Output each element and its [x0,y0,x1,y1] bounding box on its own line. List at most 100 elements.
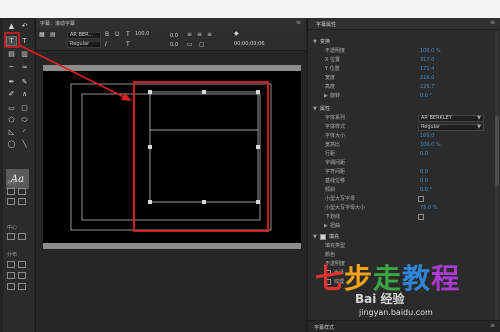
delete-anchor-tool-icon[interactable]: ✎ [19,77,30,87]
scrollbar-thumb[interactable] [495,116,499,186]
align-right-text-icon[interactable]: ≡ [207,31,212,38]
font-style-dropdown[interactable]: Regular ▼ [418,123,484,131]
distribute-center-h-icon[interactable] [7,272,15,279]
prop-aspect: 宽高比 100.0 % [325,142,441,148]
prop-kerning: 字偶间距 [325,160,346,166]
aux-value-a[interactable]: 0.0 [170,33,178,39]
aux-value-b[interactable]: 0.0 [170,42,178,48]
prop-tracking: 字符间距 0.0 [325,169,428,175]
align-section-label: 对齐 [7,180,18,186]
video-frame-bottom-border [43,243,301,249]
line-tool-icon[interactable]: ╲ [19,139,30,149]
align-top-icon[interactable] [18,188,26,195]
rotation-tool-icon[interactable]: ↶ [19,21,30,31]
prop-opacity: 不透明度 100.0 % [325,48,441,54]
vertical-type-tool-icon[interactable]: T [19,36,30,46]
resize-handle [256,90,260,94]
expand-triangle-icon: ▼ [313,106,317,112]
expand-triangle-icon: ▶ [324,93,328,99]
section-transform[interactable]: ▼ 变换 [308,38,498,46]
clipped-corner-rectangle-tool-icon[interactable]: ⬠ [6,115,17,125]
show-safe-areas-icon[interactable]: ▢ [199,41,205,48]
distribute-top-icon[interactable] [18,261,26,268]
title-canvas[interactable] [43,65,301,249]
prop-width: 宽度 216.0 [325,75,435,81]
tab-stops-icon[interactable]: ▭ [187,41,193,48]
expand-triangle-icon: ▶ [324,223,328,229]
title-window-name: 字幕：滚动字幕 [40,21,76,27]
vertical-path-type-tool-icon[interactable]: ≈ [19,62,30,72]
prop-leading: 行距 0.0 [325,151,428,157]
roll-crawl-options-icon[interactable]: ▤ [50,31,56,38]
distribute-bottom-icon[interactable] [18,283,26,290]
background-video-icon[interactable]: ◆ [234,30,239,37]
underline-checkbox[interactable] [418,214,424,220]
prop-font-size: 字体大小 100.0 [325,133,435,139]
align-left-icon[interactable] [7,188,15,195]
top-white-strip [0,0,500,18]
prop-font-style: 字体样式 Regular ▼ [308,123,498,131]
selection-tool-icon[interactable]: ▲ [6,21,17,31]
pen-tool-icon[interactable]: ✒ [6,77,17,87]
prop-distort[interactable]: ▶ 扭曲 [308,222,498,230]
align-center-v-icon[interactable] [18,198,26,205]
small-caps-checkbox[interactable] [418,196,424,202]
distribute-left-icon[interactable] [7,261,15,268]
font-family-dropdown[interactable]: AR BERKLEY ▼ [418,114,484,122]
vertical-area-type-tool-icon[interactable]: ▥ [19,49,30,59]
resize-handle [202,90,206,94]
center-section-label: 中心 [7,225,18,231]
path-type-tool-icon[interactable]: ~ [6,62,17,72]
prop-slant: 倾斜 0.0 ° [325,187,433,193]
prop-underline: 下划线 [308,213,498,221]
font-style-select[interactable]: Regular [67,41,101,48]
prop-x-position: X 位置 317.0 [325,57,435,63]
resize-handle [148,145,152,149]
align-left-text-icon[interactable]: ≡ [187,31,192,38]
prop-fill-type: 填充类型 [325,243,346,249]
font-size-value[interactable]: 100.0 [135,31,149,37]
center-vertical-icon[interactable] [18,233,26,240]
prop-y-position: Y 位置 171.4 [325,66,435,72]
underline-icon[interactable]: U [115,31,119,38]
text-toolbar: ▦ ▤ AR BER... Regular B I U T 100.0 T 0.… [36,29,306,51]
new-title-icon[interactable]: ▦ [39,31,45,38]
fill-checkbox[interactable] [320,234,326,240]
prop-small-caps-size: 小型大写字母大小 75.0 % [325,205,438,211]
center-horizontal-icon[interactable] [7,233,15,240]
font-family-select[interactable]: AR BER... [67,32,101,39]
resize-handle [202,200,206,204]
arc-tool-icon[interactable]: ◜ [19,127,30,137]
rounded-rectangle-tool-icon[interactable]: ▢ [19,103,30,113]
resize-handle [256,200,260,204]
prop-rotation[interactable]: ▶ 旋转 0.0 ° [308,92,498,100]
distribute-section-label: 分布 [7,252,18,258]
italic-icon[interactable]: I [105,41,107,48]
align-center-h-icon[interactable] [7,198,15,205]
type-tool-icon[interactable]: T [6,36,17,46]
watermark: 七步走教程 Bai 经验 jingyan.baidu.com [315,257,500,332]
area-type-tool-icon[interactable]: ▤ [6,49,17,59]
distribute-center-v-icon[interactable] [18,272,26,279]
align-center-text-icon[interactable]: ≡ [197,31,202,38]
section-fill[interactable]: ▼ 填充 [308,233,498,241]
resize-handle [256,145,260,149]
ellipse-tool-icon[interactable]: ⬭ [19,115,30,125]
convert-anchor-tool-icon[interactable]: ∧ [19,89,30,99]
distribute-right-icon[interactable] [7,283,15,290]
wedge-tool-icon[interactable]: ◺ [6,127,17,137]
section-properties[interactable]: ▼ 属性 [308,105,498,113]
rectangle-tool-icon[interactable]: ▭ [6,103,17,113]
ellipse-outline-tool-icon[interactable]: ◯ [6,139,17,149]
font-size-icon: T [126,31,130,38]
bold-icon[interactable]: B [105,31,109,38]
timecode-value[interactable]: 00;00;09;06 [234,41,265,47]
chevron-down-icon: ▼ [477,114,481,121]
watermark-url: jingyan.baidu.com [359,308,433,317]
title-tools-panel: ▲ ↶ T T ▤ ▥ ~ ≈ ✒ ✎ ✐ ∧ ▭ ▢ ⬠ ⬭ ◺ ◜ ◯ ╲ … [3,19,34,332]
add-anchor-tool-icon[interactable]: ✐ [6,89,17,99]
resize-handle [148,200,152,204]
properties-menu-icon[interactable]: ≡ [490,19,495,26]
kerning-icon: T [126,41,130,48]
panel-menu-icon[interactable]: ≡ [296,19,301,26]
